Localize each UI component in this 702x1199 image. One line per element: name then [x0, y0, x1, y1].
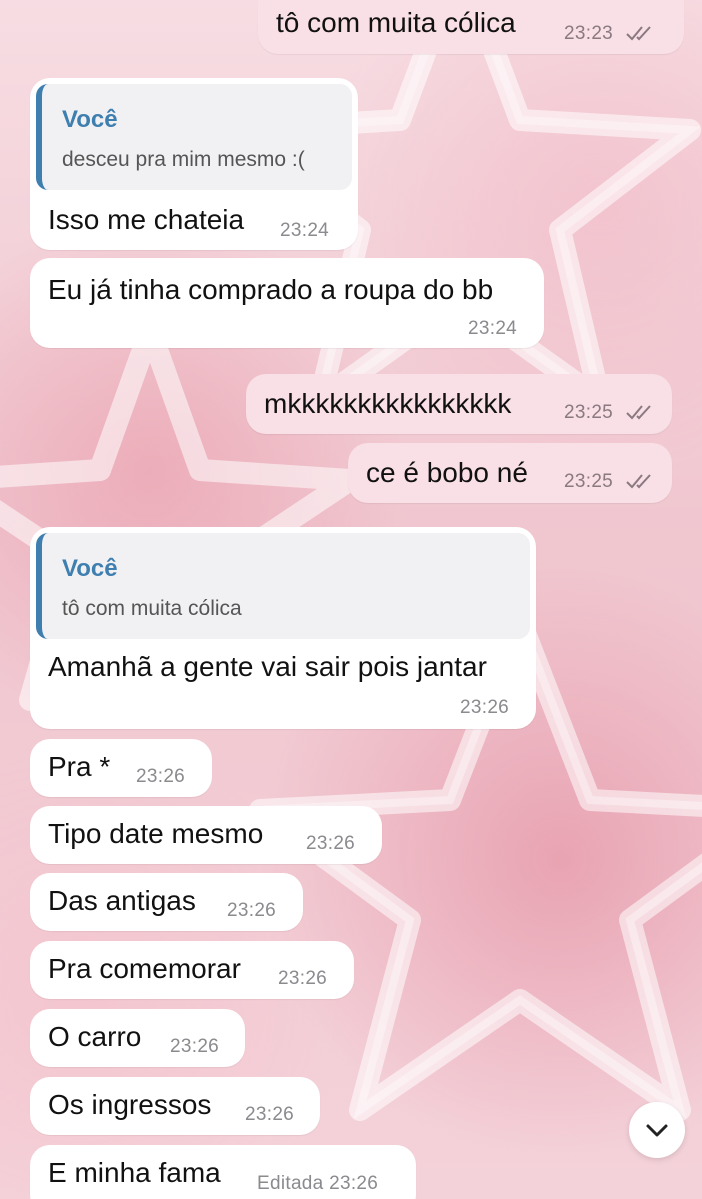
message-text: tô com muita cólica	[276, 7, 516, 38]
message-bubble-incoming[interactable]: Você desceu pra mim mesmo :( Isso me cha…	[30, 78, 358, 250]
reply-author: Você	[62, 106, 118, 133]
message-text: Pra *	[48, 751, 111, 782]
message-time: Editada 23:26	[257, 1173, 379, 1194]
message-bubble-incoming[interactable]: Pra comemorar 23:26	[30, 941, 354, 999]
message-text: E minha fama	[48, 1157, 221, 1188]
double-check-icon	[626, 26, 651, 41]
message-bubble-outgoing[interactable]: ce é bobo né 23:25	[348, 443, 672, 503]
message-bubble-incoming[interactable]: E minha fama Editada 23:26	[30, 1145, 416, 1199]
message-time: 23:26	[136, 766, 186, 787]
message-text: Eu já tinha comprado a roupa do bb	[48, 274, 494, 305]
double-check-icon	[626, 405, 651, 420]
message-time: 23:25	[564, 471, 614, 492]
message-bubble-outgoing[interactable]: tô com muita cólica 23:23	[258, 0, 684, 54]
message-list[interactable]: tô com muita cólica 23:23 Você desceu pr…	[0, 0, 702, 1199]
message-bubble-incoming[interactable]: O carro 23:26	[30, 1009, 245, 1067]
reply-quote[interactable]: Você tô com muita cólica	[36, 533, 530, 639]
reply-quote[interactable]: Você desceu pra mim mesmo :(	[36, 84, 352, 190]
message-time: 23:26	[245, 1104, 295, 1125]
message-bubble-outgoing[interactable]: mkkkkkkkkkkkkkkkk 23:25	[246, 374, 672, 434]
reply-author: Você	[62, 555, 118, 582]
message-text: mkkkkkkkkkkkkkkkk	[264, 388, 512, 419]
message-text: Os ingressos	[48, 1089, 212, 1120]
message-time: 23:26	[460, 697, 510, 718]
message-time: 23:24	[468, 318, 518, 339]
message-text: Pra comemorar	[48, 953, 241, 984]
message-time: 23:26	[306, 833, 356, 854]
chevron-down-icon	[646, 1124, 668, 1137]
reply-text: tô com muita cólica	[62, 597, 242, 620]
message-bubble-incoming[interactable]: Os ingressos 23:26	[30, 1077, 320, 1135]
message-bubble-incoming[interactable]: Das antigas 23:26	[30, 873, 303, 931]
message-bubble-incoming[interactable]: Eu já tinha comprado a roupa do bb 23:24	[30, 258, 544, 348]
message-bubble-incoming[interactable]: Você tô com muita cólica Amanhã a gente …	[30, 527, 536, 729]
message-time: 23:23	[564, 23, 614, 44]
message-time: 23:26	[170, 1036, 220, 1057]
message-text: Das antigas	[48, 885, 196, 916]
message-text: Tipo date mesmo	[48, 818, 264, 849]
double-check-icon	[626, 474, 651, 489]
message-time: 23:26	[278, 968, 328, 989]
message-text: ce é bobo né	[366, 457, 528, 488]
message-time: 23:25	[564, 402, 614, 423]
message-bubble-incoming[interactable]: Tipo date mesmo 23:26	[30, 806, 382, 864]
message-text: Amanhã a gente vai sair pois jantar	[48, 651, 487, 682]
message-time: 23:24	[280, 220, 330, 241]
message-text: Isso me chateia	[48, 204, 245, 235]
scroll-to-bottom-button[interactable]	[629, 1102, 685, 1158]
message-time: 23:26	[227, 900, 277, 921]
message-text: O carro	[48, 1021, 142, 1052]
reply-text: desceu pra mim mesmo :(	[62, 148, 305, 171]
message-bubble-incoming[interactable]: Pra * 23:26	[30, 739, 212, 797]
